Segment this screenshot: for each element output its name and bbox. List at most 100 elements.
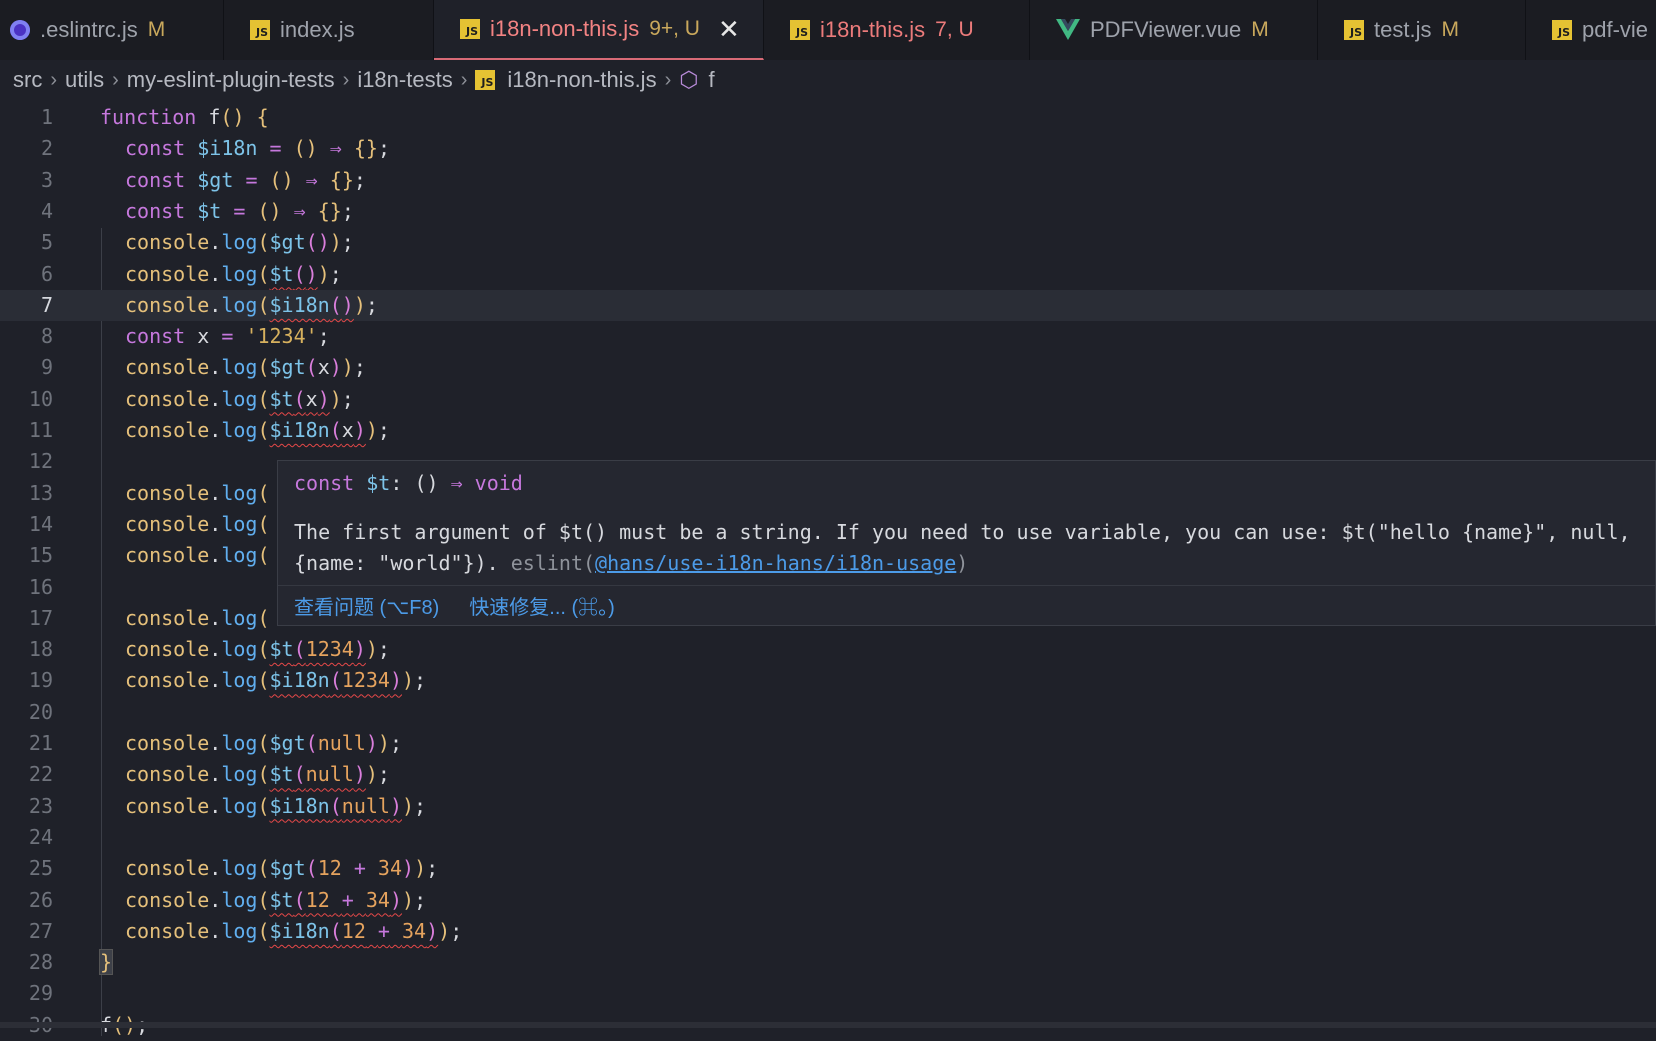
line-number: 21 <box>28 731 53 755</box>
tab-bar: .eslintrc.js M JS index.js JS i18n-non-this.j… <box>0 0 1656 60</box>
tab-label: i18n-this.js <box>820 17 926 42</box>
code-text: const $gt = () ⇒ {}; <box>125 167 366 192</box>
hover-message: The first argument of $t() must be a str… <box>294 517 1644 579</box>
code-line[interactable]: 29 <box>0 978 1656 1009</box>
tab-test-js[interactable]: JS test.js M <box>1318 0 1526 60</box>
tab-label: pdf-vie <box>1582 17 1649 42</box>
code-line[interactable]: 20 <box>0 697 1656 728</box>
code-text: } <box>98 949 114 976</box>
code-text: const x = '1234'; <box>125 324 330 349</box>
code-text: const $i18n = () ⇒ {}; <box>125 136 390 161</box>
code-line[interactable]: 7 console.log($i18n()); <box>0 289 1656 321</box>
line-number: 26 <box>28 887 53 912</box>
line-number: 9 <box>40 355 53 380</box>
status-bar <box>0 1022 1656 1028</box>
close-icon[interactable]: ✕ <box>718 14 740 45</box>
code-line[interactable]: 23 console.log($i18n(null)); <box>0 791 1656 822</box>
line-number: 25 <box>28 856 53 881</box>
tab-status-badge: M <box>147 18 166 41</box>
tab-status-badge: 9+, U <box>649 17 700 40</box>
tab-label: index.js <box>280 17 355 42</box>
code-text: console.log($t()); <box>125 261 342 286</box>
breadcrumb-item[interactable]: src <box>13 67 42 93</box>
code-line[interactable]: 5 console.log($gt()); <box>0 227 1656 258</box>
code-line[interactable]: 9 console.log($gt(x)); <box>0 352 1656 383</box>
code-line[interactable]: 3 const $gt = () ⇒ {}; <box>0 165 1656 196</box>
chevron-right-icon: › <box>112 68 119 91</box>
vue-icon <box>1056 19 1080 40</box>
code-text: console.log($t(x)); <box>125 386 354 411</box>
code-text: console.log($gt()); <box>125 230 354 255</box>
line-number: 20 <box>28 699 53 724</box>
chevron-right-icon: › <box>342 68 350 91</box>
line-number: 4 <box>40 198 53 223</box>
code-line[interactable]: 4 const $t = () ⇒ {}; <box>0 196 1656 227</box>
line-number: 6 <box>40 261 53 286</box>
breadcrumb-item[interactable]: utils <box>65 67 104 93</box>
line-number: 29 <box>28 981 53 1006</box>
code-text: console.log($i18n(x)); <box>125 418 390 442</box>
eslint-rule-link[interactable]: @hans/use-i18n-hans/i18n-usage <box>595 551 956 575</box>
code-line[interactable]: 27 console.log($i18n(12 + 34)); <box>0 916 1656 947</box>
code-text: console.log( <box>125 480 270 505</box>
hover-actions: 查看问题 (⌥F8) 快速修复... (⌘。) <box>278 585 1655 625</box>
tab-i18n-non-this-js[interactable]: JS i18n-non-this.js 9+, U ✕ <box>434 0 764 60</box>
code-line[interactable]: 28} <box>0 947 1656 978</box>
line-number: 5 <box>40 230 53 255</box>
line-number: 1 <box>40 105 53 129</box>
eslint-icon <box>10 20 30 40</box>
code-line[interactable]: 24 <box>0 822 1656 853</box>
code-line[interactable]: 8 const x = '1234'; <box>0 321 1656 352</box>
code-line[interactable]: 11 console.log($i18n(x)); <box>0 415 1656 446</box>
code-text: console.log($i18n(1234)); <box>125 668 427 693</box>
line-number: 12 <box>28 449 53 474</box>
breadcrumb-item[interactable]: i18n-non-this.js <box>507 67 656 93</box>
code-line[interactable]: 18 console.log($t(1234)); <box>0 634 1656 665</box>
code-text: console.log($i18n(null)); <box>125 793 427 818</box>
tab-pdf-vie[interactable]: JS pdf-vie <box>1526 0 1656 60</box>
tab-eslintrc-js[interactable]: .eslintrc.js M <box>0 0 224 60</box>
line-number: 17 <box>28 605 53 630</box>
quick-fix-link[interactable]: 快速修复... (⌘。) <box>469 591 615 620</box>
code-text: const $t = () ⇒ {}; <box>125 198 354 223</box>
view-problem-link[interactable]: 查看问题 (⌥F8) <box>294 591 439 620</box>
chevron-right-icon: › <box>50 68 57 91</box>
code-text: function f() { <box>100 105 269 129</box>
tab-status-badge: M <box>1251 18 1269 41</box>
js-icon: JS <box>250 20 270 40</box>
js-icon: JS <box>1344 20 1364 40</box>
line-number: 18 <box>28 637 53 662</box>
line-number: 3 <box>40 167 53 192</box>
code-line[interactable]: 19 console.log($i18n(1234)); <box>0 665 1656 696</box>
line-number: 10 <box>28 386 53 411</box>
line-number: 27 <box>28 918 53 943</box>
tab-pdfviewer-vue[interactable]: PDFViewer.vue M <box>1030 0 1318 60</box>
code-line[interactable]: 2 const $i18n = () ⇒ {}; <box>0 133 1656 164</box>
breadcrumb-item[interactable]: my-eslint-plugin-tests <box>127 67 335 93</box>
code-line[interactable]: 6 console.log($t()); <box>0 259 1656 290</box>
code-text: console.log($i18n(12 + 34)); <box>125 918 463 943</box>
code-line[interactable]: 26 console.log($t(12 + 34)); <box>0 885 1656 916</box>
hover-tooltip: const $t: () ⇒ void The first argument o… <box>277 460 1656 626</box>
code-line[interactable]: 21 console.log($gt(null)); <box>0 728 1656 759</box>
breadcrumb: src › utils › my-eslint-plugin-tests › i18n-te… <box>0 60 1656 100</box>
js-icon: JS <box>790 20 810 40</box>
tab-i18n-this-js[interactable]: JS i18n-this.js 7, U <box>764 0 1030 60</box>
code-line[interactable]: 25 console.log($gt(12 + 34)); <box>0 853 1656 884</box>
tab-label: PDFViewer.vue <box>1090 17 1242 42</box>
breadcrumb-item[interactable]: i18n-tests <box>357 67 452 93</box>
code-line[interactable]: 10 console.log($t(x)); <box>0 384 1656 415</box>
breadcrumb-item[interactable]: f <box>708 67 714 93</box>
js-icon: JS <box>475 70 496 90</box>
code-text: console.log($t(12 + 34)); <box>125 887 427 912</box>
line-number: 22 <box>28 762 53 787</box>
code-text: console.log( <box>125 605 270 630</box>
code-line[interactable]: 22 console.log($t(null)); <box>0 759 1656 790</box>
line-number: 13 <box>28 480 53 505</box>
line-number: 28 <box>28 950 53 975</box>
tab-index-js[interactable]: JS index.js <box>224 0 434 60</box>
hover-signature: const $t: () ⇒ void <box>294 471 523 495</box>
code-line[interactable]: 1 function f() { <box>0 102 1656 133</box>
line-number: 8 <box>40 324 53 349</box>
code-text: console.log($gt(x)); <box>125 355 366 380</box>
